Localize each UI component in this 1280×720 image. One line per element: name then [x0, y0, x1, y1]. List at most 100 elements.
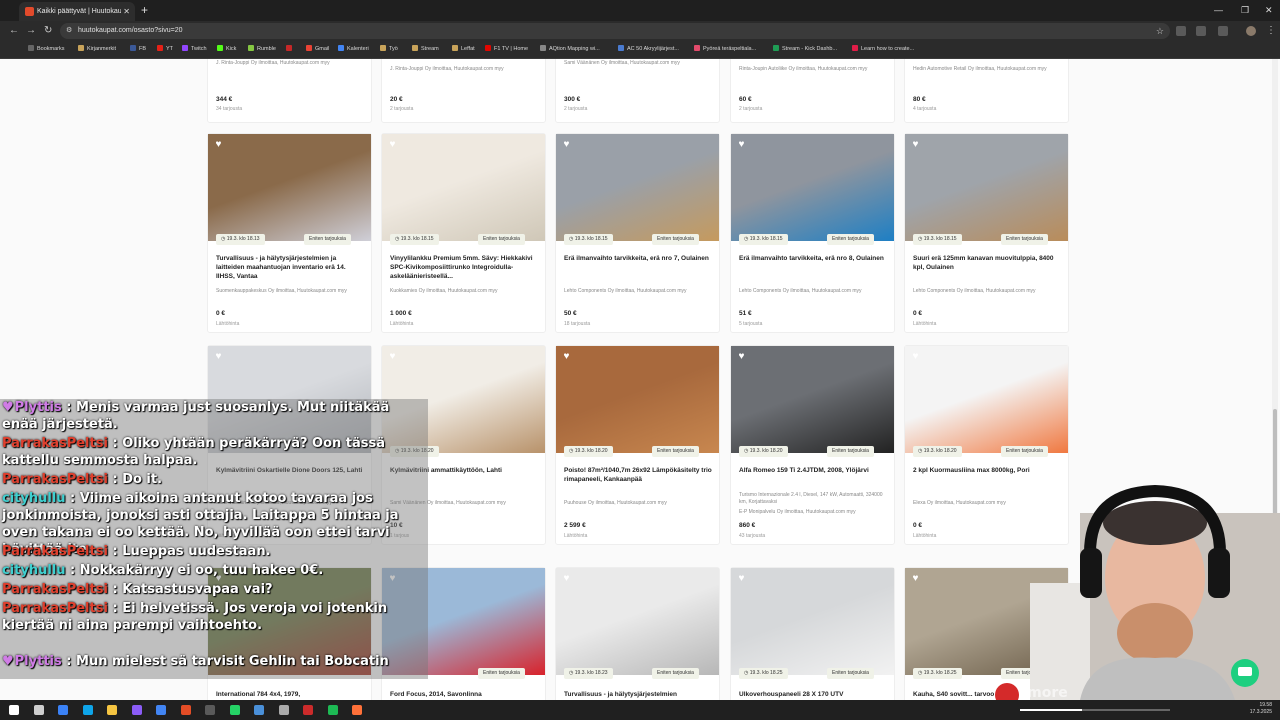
listing-card[interactable]: ♥ ◷ 19.3. klo 18.25 Eniten tarjouksia Ulkov…: [730, 567, 895, 700]
task-view-icon[interactable]: [58, 705, 68, 715]
listing-card[interactable]: ♥ ◷ 19.3. klo 18.15 Eniten tarjouksia Erä i…: [730, 133, 895, 333]
app-icon[interactable]: [180, 705, 191, 715]
bookmark-item[interactable]: FB: [130, 41, 146, 58]
bookmark-item[interactable]: Kirjanmerkit: [78, 41, 116, 58]
bookmark-item[interactable]: [286, 41, 295, 58]
listing-image[interactable]: [731, 346, 894, 453]
menu-icon[interactable]: ⋮: [1266, 21, 1276, 41]
bookmark-item[interactable]: Bookmarks: [28, 41, 65, 58]
favorite-heart-icon[interactable]: ♥: [561, 139, 572, 150]
listing-card[interactable]: Sami Väänänen Oy ilmoittaa, Huutokaupat.…: [555, 59, 720, 123]
firefox-icon[interactable]: [352, 705, 362, 715]
edge-icon[interactable]: [82, 705, 93, 715]
listing-image[interactable]: [905, 134, 1068, 241]
favorite-heart-icon[interactable]: ♥: [213, 139, 224, 150]
address-bar[interactable]: ⚙ huutokaupat.com/osasto?sivu=20 ☆: [60, 23, 1170, 39]
bookmark-item[interactable]: Kick: [217, 41, 236, 58]
favorite-heart-icon[interactable]: ♥: [910, 573, 921, 584]
listing-title[interactable]: Ford Focus, 2014, Savonlinna: [390, 690, 540, 699]
listing-image[interactable]: [556, 568, 719, 675]
listing-card[interactable]: Korjattavaksi Rinta-Joupin Autoliike Oy i…: [730, 59, 895, 123]
listing-title[interactable]: Turvallisuus - ja hälytysjärjestelmien j…: [216, 254, 366, 281]
listing-image[interactable]: [731, 568, 894, 675]
favorite-heart-icon[interactable]: ♥: [561, 351, 572, 362]
start-icon[interactable]: [9, 705, 19, 715]
listing-title[interactable]: 2 kpl Kuormausliina max 8000kg, Pori: [913, 466, 1063, 475]
listing-card[interactable]: ♥ ◷ 19.3. klo 18.20 Eniten tarjouksia Poist…: [555, 345, 720, 545]
bookmark-item[interactable]: Kalenteri: [338, 41, 369, 58]
forward-icon[interactable]: →: [26, 21, 36, 41]
site-info-icon[interactable]: ⚙: [66, 23, 72, 39]
bookmark-item[interactable]: Gmail: [306, 41, 329, 58]
bookmark-item[interactable]: Twitch: [182, 41, 207, 58]
bookmark-item[interactable]: F1 TV | Home: [485, 41, 528, 58]
extensions-puzzle-icon[interactable]: [1196, 26, 1206, 36]
bookmark-item[interactable]: AQtion Mapping wi...: [540, 41, 600, 58]
search-icon[interactable]: [33, 705, 44, 715]
favorite-heart-icon[interactable]: ♥: [736, 139, 747, 150]
favorite-heart-icon[interactable]: ♥: [736, 573, 747, 584]
app-icon[interactable]: [303, 705, 313, 715]
profile-avatar[interactable]: [1246, 26, 1256, 36]
listing-title[interactable]: Turvallisuus - ja hälytysjärjestelmien: [564, 690, 714, 699]
listing-image[interactable]: [208, 134, 371, 241]
bookmark-item[interactable]: Learn how to create...: [852, 41, 914, 58]
close-icon[interactable]: ✕: [123, 2, 130, 21]
listing-card[interactable]: Korjattavaksi J. Rinta-Jouppi Oy ilmoitta…: [381, 59, 546, 123]
favorite-heart-icon[interactable]: ♥: [561, 573, 572, 584]
favorite-heart-icon[interactable]: ♥: [213, 351, 224, 362]
extension-icon[interactable]: [1176, 26, 1186, 36]
app-icon[interactable]: [131, 705, 142, 715]
app-icon[interactable]: [254, 705, 264, 715]
listing-title[interactable]: International 784 4x4, 1979,: [216, 690, 366, 699]
file-explorer-icon[interactable]: [107, 705, 117, 715]
listing-card[interactable]: ♥ ◷ 19.3. klo 18.15 Eniten tarjouksia Suuri…: [904, 133, 1069, 333]
tab-huutokaupat[interactable]: Kaikki päättyvät | Huutokaupat ✕: [19, 2, 135, 21]
whatsapp-icon[interactable]: [229, 705, 240, 715]
bookmark-item[interactable]: AC 50 Akryylijärjest...: [618, 41, 679, 58]
new-tab-icon[interactable]: +: [141, 2, 148, 19]
bookmark-item[interactable]: Työ: [380, 41, 398, 58]
favorite-heart-icon[interactable]: ♥: [387, 351, 398, 362]
favorite-heart-icon[interactable]: ♥: [910, 139, 921, 150]
listing-card[interactable]: ♥ ◷ 19.3. klo 18.20 Eniten tarjouksia Alfa …: [730, 345, 895, 545]
listing-card[interactable]: ♥ ◷ 19.3. klo 18.15 Eniten tarjouksia Erä i…: [555, 133, 720, 333]
listing-title[interactable]: Erä ilmanvaihto tarvikkeita, erä nro 7, …: [564, 254, 714, 263]
browser-icon[interactable]: [205, 705, 215, 715]
bookmark-star-icon[interactable]: ☆: [1156, 23, 1164, 39]
listing-title[interactable]: Poisto! 87m²/1040,7m 26x92 Lämpökäsitelt…: [564, 466, 714, 484]
favorite-heart-icon[interactable]: ♥: [387, 139, 398, 150]
sidebar-icon[interactable]: [1218, 26, 1228, 36]
reload-icon[interactable]: ↻: [44, 21, 52, 41]
bookmark-item[interactable]: YT: [157, 41, 173, 58]
listing-card[interactable]: ♥ ◷ 19.3. klo 18.15 Eniten tarjouksia Vinyy…: [381, 133, 546, 333]
listing-image[interactable]: [382, 134, 545, 241]
listing-image[interactable]: [556, 346, 719, 453]
listing-image[interactable]: [731, 134, 894, 241]
bookmark-item[interactable]: Stream - Kick Dashb...: [773, 41, 837, 58]
listing-card[interactable]: ♥ ◷ 19.3. klo 18.13 Eniten tarjouksia Turva…: [207, 133, 372, 333]
bookmark-item[interactable]: Stream: [412, 41, 439, 58]
listing-title[interactable]: Suuri erä 125mm kanavan muovitulppia, 84…: [913, 254, 1063, 272]
listing-card[interactable]: Korjattavaksi tai varaosiksi Hedin Automo…: [904, 59, 1069, 123]
listing-title[interactable]: Vinyylilankku Premium 5mm. Sävy: Hiekkak…: [390, 254, 540, 281]
spotify-icon[interactable]: [327, 705, 338, 715]
listing-card[interactable]: J. Rinta-Jouppi Oy ilmoittaa, Huutokaupa…: [207, 59, 372, 123]
window-close-icon[interactable]: ✕: [1265, 2, 1273, 19]
bookmark-item[interactable]: Rumble: [248, 41, 276, 58]
listing-image[interactable]: [905, 346, 1068, 453]
listing-title[interactable]: Ulkoverhouspaneeli 28 X 170 UTV: [739, 690, 889, 699]
chrome-icon[interactable]: [156, 705, 166, 715]
listing-title[interactable]: Alfa Romeo 159 Ti 2.4JTDM, 2008, Ylöjärv…: [739, 466, 889, 475]
listing-title[interactable]: Erä ilmanvaihto tarvikkeita, erä nro 8, …: [739, 254, 889, 263]
minimize-icon[interactable]: —: [1214, 2, 1223, 19]
back-icon[interactable]: ←: [9, 21, 19, 41]
bookmark-item[interactable]: Leffat: [452, 41, 475, 58]
maximize-icon[interactable]: ❐: [1241, 2, 1249, 19]
app-icon[interactable]: [278, 705, 289, 715]
listing-card[interactable]: ♥ ◷ 19.3. klo 18.23 Eniten tarjouksia Turva…: [555, 567, 720, 700]
favorite-heart-icon[interactable]: ♥: [736, 351, 747, 362]
favorite-heart-icon[interactable]: ♥: [910, 351, 921, 362]
listing-image[interactable]: [556, 134, 719, 241]
bookmark-item[interactable]: Pyöreä teräspeltiala...: [694, 41, 756, 58]
